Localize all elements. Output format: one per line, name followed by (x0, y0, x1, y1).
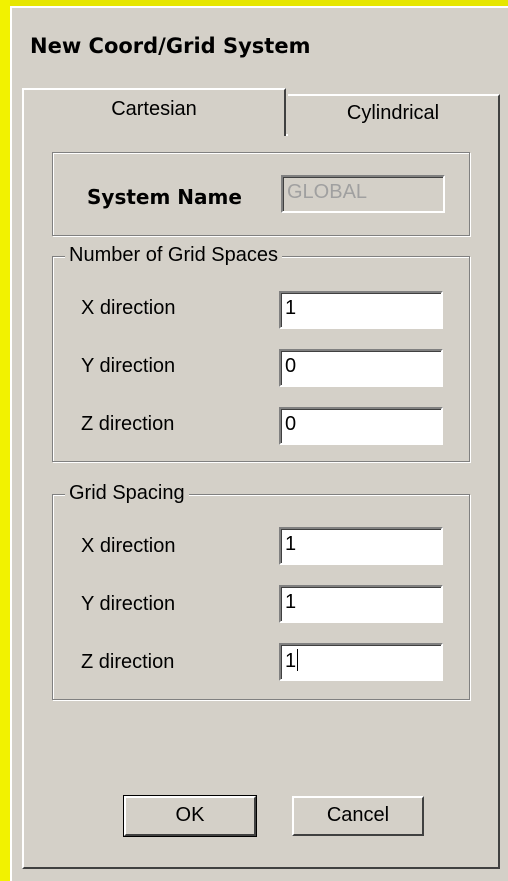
dialog-title: New Coord/Grid System (30, 34, 311, 58)
grid-spacing-title: Grid Spacing (65, 482, 189, 505)
grid-spaces-y-input[interactable]: 0 (279, 349, 443, 387)
cancel-button[interactable]: Cancel (292, 796, 424, 836)
background-strip (0, 0, 10, 881)
grid-spacing-x-label: X direction (81, 535, 176, 557)
grid-spacing-z-input[interactable]: 1 (279, 643, 443, 681)
grid-spacing-group: Grid Spacing X direction 1 Y direction 1… (52, 482, 470, 700)
grid-spacing-y-input[interactable]: 1 (279, 585, 443, 623)
ok-button[interactable]: OK (123, 795, 257, 837)
dialog-window: New Coord/Grid System Cartesian Cylindri… (10, 6, 508, 881)
system-name-group: System Name GLOBAL (52, 152, 470, 236)
grid-spaces-title: Number of Grid Spaces (65, 244, 282, 267)
text-cursor (297, 649, 299, 671)
grid-spacing-x-input[interactable]: 1 (279, 527, 443, 565)
system-name-label: System Name (87, 185, 242, 209)
tab-panel: System Name GLOBAL Number of Grid Spaces… (22, 134, 500, 869)
tab-cylindrical-label: Cylindrical (346, 102, 440, 124)
title-bar[interactable]: New Coord/Grid System (12, 8, 508, 78)
grid-spacing-y-label: Y direction (81, 593, 176, 615)
system-name-field: GLOBAL (281, 175, 445, 213)
grid-spaces-x-input[interactable]: 1 (279, 291, 443, 329)
grid-spacing-z-label: Z direction (81, 651, 175, 673)
grid-spaces-z-input[interactable]: 0 (279, 407, 443, 445)
grid-spaces-x-label: X direction (81, 297, 176, 319)
grid-spaces-y-label: Y direction (81, 355, 176, 377)
grid-spacing-z-value: 1 (285, 650, 297, 672)
tab-cartesian-label: Cartesian (111, 98, 197, 120)
tab-cartesian[interactable]: Cartesian (22, 88, 286, 136)
tab-cylindrical[interactable]: Cylindrical (288, 94, 500, 136)
grid-spaces-group: Number of Grid Spaces X direction 1 Y di… (52, 244, 470, 462)
grid-spaces-z-label: Z direction (81, 413, 175, 435)
